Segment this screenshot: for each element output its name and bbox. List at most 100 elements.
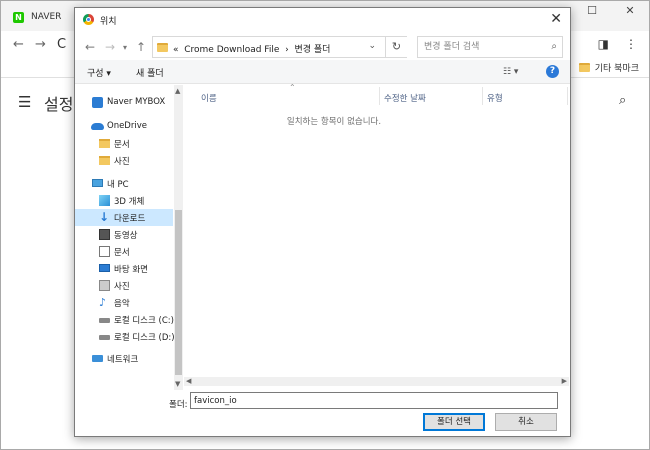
new-folder-button[interactable]: 새 폴더 <box>136 66 164 79</box>
pictures-icon <box>99 280 110 291</box>
nav-item-label: Naver MYBOX <box>107 97 166 107</box>
address-folder-icon <box>157 43 168 52</box>
scroll-left-icon[interactable]: ◀ <box>186 377 191 385</box>
music-note-icon: ♪ <box>99 296 107 309</box>
scrollbar-thumb[interactable] <box>175 210 182 375</box>
cancel-button[interactable]: 취소 <box>495 413 557 431</box>
command-bar: 구성 ▾ 새 폴더 ☷ ▾ ? <box>75 60 570 84</box>
column-date-modified[interactable]: 수정한 날짜 <box>384 92 426 104</box>
nav-item-label: 내 PC <box>107 180 129 190</box>
settings-search-icon[interactable]: ⌕ <box>619 93 626 108</box>
nav-item-this-pc[interactable]: 내 PC <box>75 175 173 192</box>
drive-icon <box>99 335 110 340</box>
dialog-title: 위치 <box>100 17 117 27</box>
nav-item-downloads[interactable]: ↓ 다운로드 <box>75 209 173 226</box>
nav-item-label: 문서 <box>114 248 130 258</box>
dialog-back-icon[interactable]: ← <box>85 40 95 54</box>
nav-item-network[interactable]: 네트워크 <box>75 350 173 367</box>
up-folder-icon[interactable]: ↑ <box>136 40 146 54</box>
address-bar[interactable]: « Crome Download File › 변경 폴더 ⌄ <box>152 36 407 58</box>
nav-item-naver-mybox[interactable]: Naver MYBOX <box>75 94 173 111</box>
dialog-navigation-bar: ← → ▾ ↑ « Crome Download File › 변경 폴더 ⌄ … <box>75 34 570 60</box>
nav-item-onedrive[interactable]: OneDrive <box>75 118 173 135</box>
dialog-titlebar: 위치 ✕ <box>75 8 570 32</box>
select-folder-button[interactable]: 폴더 선택 <box>423 413 485 431</box>
nav-item-label: 음악 <box>114 299 130 309</box>
nav-item-label: 사진 <box>114 282 130 292</box>
navigation-pane: Naver MYBOX OneDrive 문서 사진 내 PC 3D 개체 ↓ … <box>75 85 183 390</box>
column-name[interactable]: 이름 <box>201 92 217 104</box>
close-window-icon[interactable]: ✕ <box>611 1 649 23</box>
address-history-chevron-icon[interactable]: ⌄ <box>368 41 376 51</box>
nav-item-label: 사진 <box>114 157 130 167</box>
folder-picker-dialog: 위치 ✕ ← → ▾ ↑ « Crome Download File › 변경 … <box>74 7 571 437</box>
file-list-horizontal-scrollbar[interactable]: ◀ ▶ <box>184 377 569 386</box>
address-segment-change-folder[interactable]: 변경 폴더 <box>294 45 330 55</box>
address-path: « Crome Download File › 변경 폴더 <box>173 42 330 55</box>
nav-item-local-disk-c[interactable]: 로컬 디스크 (C:) <box>75 311 174 328</box>
column-separator[interactable] <box>567 87 568 105</box>
download-arrow-icon: ↓ <box>99 210 110 224</box>
folder-icon <box>99 156 110 165</box>
nav-item-label: 동영상 <box>114 231 138 241</box>
folder-search-input[interactable] <box>418 37 538 57</box>
nav-item-label: 로컬 디스크 (D:) <box>114 333 175 343</box>
file-list: ⌃ 이름 수정한 날짜 유형 일치하는 항목이 없습니다. <box>184 83 569 377</box>
nav-item-pictures[interactable]: 사진 <box>75 277 173 294</box>
settings-page-title: 설정 <box>44 95 74 114</box>
column-separator[interactable] <box>482 87 483 105</box>
browser-right-controls: ◨ ⋮ <box>598 37 637 51</box>
maximize-icon[interactable]: ☐ <box>573 1 611 23</box>
nav-item-label: 로컬 디스크 (C:) <box>114 316 174 326</box>
nav-item-desktop[interactable]: 바탕 화면 <box>75 260 173 277</box>
onedrive-cloud-icon <box>91 123 104 130</box>
folder-name-input[interactable] <box>190 392 558 409</box>
nav-item-label: 3D 개체 <box>114 197 145 207</box>
other-bookmarks[interactable]: 기타 북마크 <box>578 61 639 74</box>
empty-folder-message: 일치하는 항목이 없습니다. <box>286 117 382 127</box>
chrome-icon <box>83 14 94 25</box>
side-panel-icon[interactable]: ◨ <box>598 37 609 51</box>
video-icon <box>99 229 110 240</box>
back-icon[interactable]: ← <box>13 37 24 52</box>
view-options-icon[interactable]: ☷ ▾ <box>503 67 518 77</box>
browser-menu-icon[interactable]: ⋮ <box>625 37 637 51</box>
nav-item-3d-objects[interactable]: 3D 개체 <box>75 192 173 209</box>
document-icon <box>99 246 110 257</box>
address-segment-crome-download-file[interactable]: Crome Download File <box>184 45 279 55</box>
column-header-row: ⌃ 이름 수정한 날짜 유형 <box>184 83 569 107</box>
folder-search-box[interactable]: ⌕ <box>417 36 563 58</box>
recent-locations-icon[interactable]: ▾ <box>123 43 127 52</box>
scroll-down-icon[interactable]: ▼ <box>175 380 180 388</box>
organize-button[interactable]: 구성 ▾ <box>87 66 111 79</box>
hamburger-menu-icon[interactable]: ☰ <box>18 93 31 111</box>
column-separator[interactable] <box>379 87 380 105</box>
computer-icon <box>92 179 103 187</box>
reload-icon[interactable]: C <box>57 37 66 52</box>
nav-item-onedrive-documents[interactable]: 문서 <box>75 135 173 152</box>
network-icon <box>92 355 103 362</box>
dialog-close-icon[interactable]: ✕ <box>550 11 562 27</box>
nav-item-videos[interactable]: 동영상 <box>75 226 173 243</box>
navigation-pane-scrollbar[interactable]: ▲ ▼ <box>174 85 183 390</box>
sort-ascending-icon: ⌃ <box>289 83 296 92</box>
help-icon[interactable]: ? <box>546 65 559 78</box>
forward-icon[interactable]: → <box>35 37 46 52</box>
column-type[interactable]: 유형 <box>487 92 503 104</box>
nav-item-onedrive-pictures[interactable]: 사진 <box>75 152 173 169</box>
scroll-right-icon[interactable]: ▶ <box>562 377 567 385</box>
nav-item-label: 네트워크 <box>107 355 139 365</box>
drive-icon <box>99 318 110 323</box>
naver-mybox-icon <box>92 97 103 108</box>
address-overflow-icon[interactable]: « <box>173 45 179 55</box>
naver-favicon-icon: N <box>13 12 24 23</box>
3d-objects-icon <box>99 195 110 206</box>
dialog-forward-icon[interactable]: → <box>105 40 115 54</box>
browser-tab-title[interactable]: NAVER <box>31 12 61 22</box>
scroll-up-icon[interactable]: ▲ <box>175 87 180 95</box>
nav-item-local-disk-d[interactable]: 로컬 디스크 (D:) <box>75 328 175 345</box>
nav-item-label: 다운로드 <box>114 214 146 224</box>
refresh-icon[interactable]: ↻ <box>385 37 407 57</box>
nav-item-documents[interactable]: 문서 <box>75 243 173 260</box>
nav-item-music[interactable]: ♪ 음악 <box>75 294 173 311</box>
